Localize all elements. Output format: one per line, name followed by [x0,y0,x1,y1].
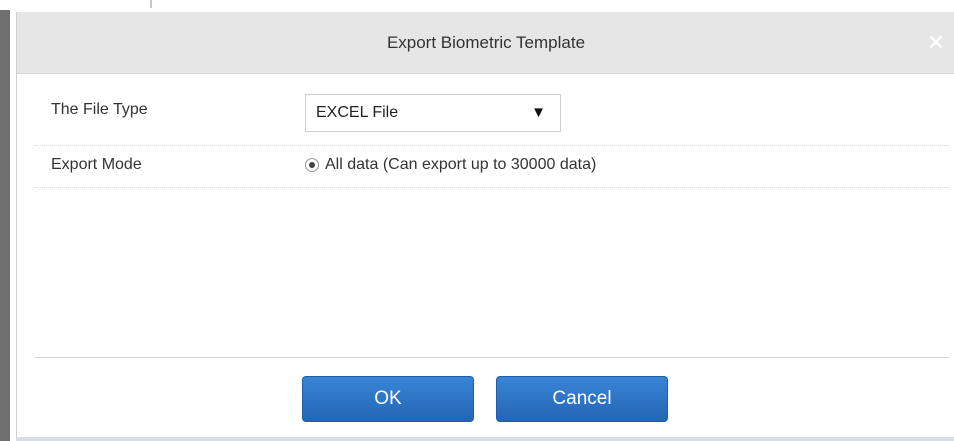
export-mode-row: Export Mode All data (Can export up to 3… [35,146,949,188]
dialog-title: Export Biometric Template [386,33,586,52]
file-type-selected-value: EXCEL File [316,104,399,121]
radio-dot [309,162,315,168]
close-icon[interactable]: ✕ [923,30,949,56]
dialog-bottom-edge [16,437,954,441]
background-divider [150,0,152,8]
export-biometric-template-dialog: Export Biometric Template ✕ The File Typ… [16,12,954,441]
dialog-titlebar: Export Biometric Template ✕ [17,12,954,74]
file-type-select[interactable]: EXCEL File ▼ [305,94,561,132]
footer-divider [35,357,949,358]
all-data-option-label[interactable]: All data (Can export up to 30000 data) [325,156,596,174]
file-type-label: The File Type [51,101,148,118]
radio-selected-icon[interactable] [305,158,319,172]
dropdown-arrow-icon: ▼ [531,104,546,121]
cancel-button[interactable]: Cancel [496,376,668,422]
ok-button[interactable]: OK [302,376,474,422]
file-type-row: The File Type EXCEL File ▼ [35,90,949,146]
background-window-top [0,0,954,10]
screen: Export Biometric Template ✕ The File Typ… [0,0,954,441]
background-window-edge [0,0,10,441]
export-mode-label: Export Mode [51,156,142,173]
